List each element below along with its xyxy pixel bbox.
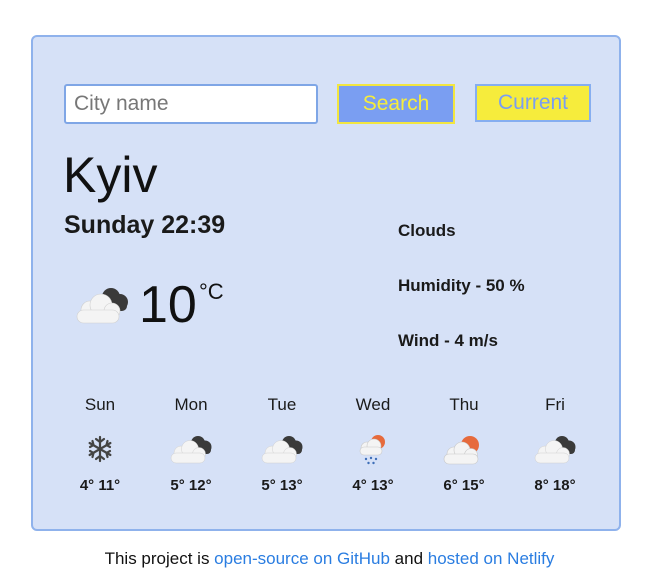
- humidity-value: Humidity - 50 %: [398, 276, 525, 295]
- forecast-day: Tue 5° 13°: [237, 393, 327, 494]
- forecast-row: Sun 4° 11° Mon 5° 12° Tue 5° 13° Wed 4° …: [45, 393, 611, 513]
- search-button[interactable]: Search: [337, 84, 455, 124]
- city-name: Kyiv: [63, 147, 158, 203]
- city-search-input[interactable]: [64, 84, 318, 124]
- forecast-day: Thu 6° 15°: [419, 393, 509, 494]
- forecast-temps: 5° 13°: [261, 477, 303, 494]
- cloudy-icon: [261, 436, 303, 464]
- snowflake-icon: [88, 435, 112, 463]
- netlify-link[interactable]: hosted on Netlify: [428, 549, 555, 568]
- current-temperature: 10: [139, 276, 197, 334]
- forecast-temps: 4° 11°: [79, 477, 121, 494]
- cloudy-icon: [76, 288, 128, 324]
- forecast-day-name: Tue: [267, 395, 297, 414]
- forecast-temps: 8° 18°: [534, 477, 576, 494]
- temperature-unit: °C: [199, 279, 224, 304]
- date-time: Sunday 22:39: [64, 211, 226, 239]
- forecast-temps: 5° 12°: [170, 477, 212, 494]
- footer-middle: and: [389, 549, 428, 568]
- forecast-day-name: Sun: [84, 395, 116, 414]
- forecast-temps: 6° 15°: [443, 477, 485, 494]
- weather-card: Search Current Kyiv Sunday 22:39 10 °C C…: [31, 35, 621, 531]
- forecast-day-name: Thu: [449, 395, 479, 414]
- forecast-day: Mon 5° 12°: [146, 393, 236, 494]
- rain-sun-icon: [359, 435, 385, 465]
- github-link[interactable]: open-source on GitHub: [214, 549, 390, 568]
- forecast-day-name: Mon: [174, 395, 208, 414]
- weather-description: Clouds: [398, 221, 456, 240]
- forecast-day: Wed 4° 13°: [328, 393, 418, 494]
- forecast-temps: 4° 13°: [352, 477, 394, 494]
- current-location-button[interactable]: Current: [475, 84, 591, 122]
- partly-cloudy-icon: [443, 436, 479, 465]
- forecast-day: Sun 4° 11°: [55, 393, 145, 494]
- wind-value: Wind - 4 m/s: [398, 331, 498, 350]
- cloudy-icon: [170, 436, 212, 464]
- footer: This project is open-source on GitHub an…: [0, 549, 659, 569]
- footer-prefix: This project is: [104, 549, 215, 568]
- forecast-day-name: Wed: [355, 395, 391, 414]
- forecast-day-name: Fri: [545, 395, 565, 414]
- forecast-day: Fri 8° 18°: [510, 393, 600, 494]
- cloudy-icon: [534, 436, 576, 464]
